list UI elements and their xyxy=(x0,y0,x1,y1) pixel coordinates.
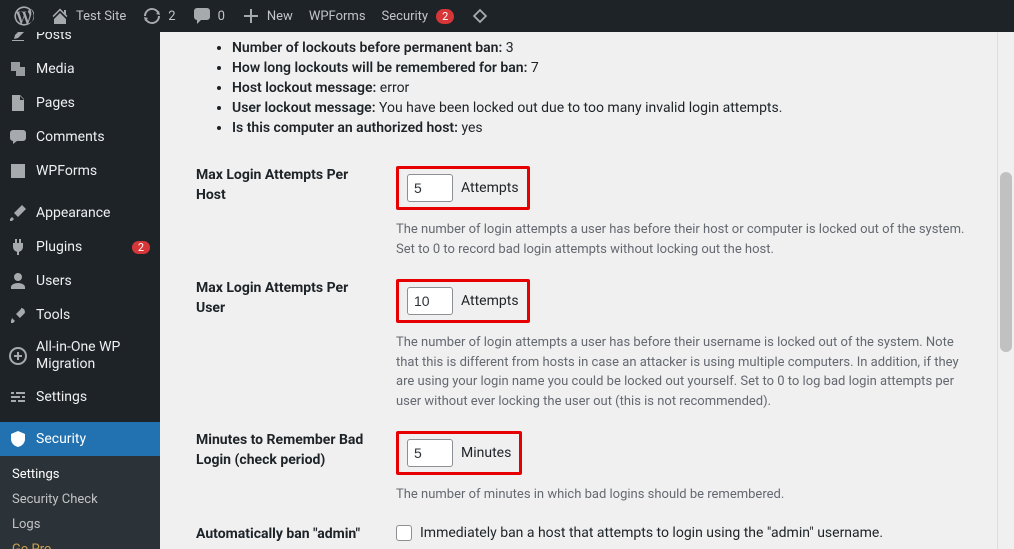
new-label: New xyxy=(267,9,293,24)
summary-item: User lockout message: You have been lock… xyxy=(232,98,994,118)
setting-auto-ban-admin: Automatically ban "admin" user Immediate… xyxy=(196,515,994,549)
minutes-remember-input[interactable] xyxy=(407,439,453,467)
sidebar-item-tools[interactable]: Tools xyxy=(0,298,160,332)
summary-item: Host lockout message: error xyxy=(232,78,994,98)
setting-label: Max Login Attempts Per Host xyxy=(196,166,396,205)
setting-description: The number of login attempts a user has … xyxy=(396,220,966,259)
comment-icon xyxy=(192,6,212,26)
sidebar-item-aio-migration[interactable]: All-in-One WP Migration xyxy=(0,332,160,380)
comments-icon xyxy=(8,127,28,147)
sidebar-item-media[interactable]: Media xyxy=(0,52,160,86)
setting-description: The number of login attempts a user has … xyxy=(396,333,966,411)
tools-icon xyxy=(8,305,28,325)
sidebar-item-label: Appearance xyxy=(36,205,150,222)
auto-ban-checkbox[interactable] xyxy=(396,525,412,541)
sidebar-item-label: Media xyxy=(36,61,150,78)
scrollbar-thumb[interactable] xyxy=(1000,172,1012,352)
pin-icon xyxy=(8,32,28,45)
submenu-settings[interactable]: Settings xyxy=(0,462,160,487)
comments-count: 0 xyxy=(218,9,225,24)
unit-label: Minutes xyxy=(461,445,511,461)
sidebar-item-label: Settings xyxy=(36,389,150,406)
sidebar-item-label: Comments xyxy=(36,129,150,146)
site-name-label: Test Site xyxy=(76,9,126,24)
content-area: Number of lockouts before permanent ban:… xyxy=(160,32,1014,549)
submenu-logs[interactable]: Logs xyxy=(0,512,160,537)
user-icon xyxy=(8,271,28,291)
setting-max-user: Max Login Attempts Per User Attempts The… xyxy=(196,269,994,421)
sidebar-item-plugins[interactable]: Plugins 2 xyxy=(0,230,160,264)
diamond-icon xyxy=(470,6,490,26)
sidebar-item-comments[interactable]: Comments xyxy=(0,120,160,154)
adminbar-security-badge: 2 xyxy=(436,9,454,24)
sidebar-item-label: Security xyxy=(36,431,150,448)
plugins-update-count: 2 xyxy=(132,241,150,254)
new-content-menu[interactable]: New xyxy=(233,0,301,32)
setting-max-host: Max Login Attempts Per Host Attempts The… xyxy=(196,156,994,269)
sidebar-item-label: Tools xyxy=(36,307,150,324)
updates-count: 2 xyxy=(168,9,175,24)
summary-item: Number of lockouts before permanent ban:… xyxy=(232,38,994,58)
update-icon xyxy=(142,6,162,26)
sidebar-item-pages[interactable]: Pages xyxy=(0,86,160,120)
plus-icon xyxy=(241,6,261,26)
setting-label: Minutes to Remember Bad Login (check per… xyxy=(196,431,396,470)
sidebar-item-label: All-in-One WP Migration xyxy=(36,339,150,373)
updates-menu[interactable]: 2 xyxy=(134,0,183,32)
max-host-input[interactable] xyxy=(407,174,453,202)
summary-item: How long lockouts will be remembered for… xyxy=(232,58,994,78)
security-submenu: Settings Security Check Logs Go Pro xyxy=(0,456,160,549)
comments-menu[interactable]: 0 xyxy=(184,0,233,32)
wordpress-icon xyxy=(14,6,34,26)
media-icon xyxy=(8,59,28,79)
admin-bar: Test Site 2 0 New WPForms Security 2 xyxy=(0,0,1014,32)
sidebar-item-posts[interactable]: Posts xyxy=(0,32,160,52)
wp-logo-menu[interactable] xyxy=(6,0,42,32)
vertical-scrollbar[interactable] xyxy=(997,32,1014,549)
setting-description: The number of minutes in which bad login… xyxy=(396,485,966,505)
admin-menu: Posts Media Pages Comments WPForms Appea… xyxy=(0,32,160,549)
submenu-go-pro[interactable]: Go Pro xyxy=(0,537,160,549)
sidebar-item-label: Pages xyxy=(36,95,150,112)
page-icon xyxy=(8,93,28,113)
summary-list: Number of lockouts before permanent ban:… xyxy=(196,38,994,138)
sidebar-item-wpforms[interactable]: WPForms xyxy=(0,154,160,188)
wpforms-icon xyxy=(8,161,28,181)
settings-sliders-icon xyxy=(8,387,28,407)
summary-item: Is this computer an authorized host: yes xyxy=(232,118,994,138)
max-user-input[interactable] xyxy=(407,287,453,315)
shield-icon xyxy=(8,429,28,449)
adminbar-security[interactable]: Security 2 xyxy=(374,0,463,32)
home-icon xyxy=(50,6,70,26)
sidebar-item-label: Plugins xyxy=(36,239,124,256)
adminbar-wpforms[interactable]: WPForms xyxy=(301,0,374,32)
highlight-box: Attempts xyxy=(396,279,530,323)
unit-label: Attempts xyxy=(461,293,519,309)
adminbar-diamond[interactable] xyxy=(462,0,498,32)
sidebar-item-label: Posts xyxy=(36,32,150,43)
sidebar-item-appearance[interactable]: Appearance xyxy=(0,196,160,230)
sidebar-item-label: Users xyxy=(36,273,150,290)
setting-label: Automatically ban "admin" user xyxy=(196,525,396,549)
sidebar-item-security[interactable]: Security xyxy=(0,422,160,456)
plugin-icon xyxy=(8,237,28,257)
auto-ban-checkbox-label: Immediately ban a host that attempts to … xyxy=(420,525,883,541)
adminbar-wpforms-label: WPForms xyxy=(309,9,366,24)
brush-icon xyxy=(8,203,28,223)
migration-icon xyxy=(8,346,28,366)
site-name-menu[interactable]: Test Site xyxy=(42,0,134,32)
sidebar-item-label: WPForms xyxy=(36,163,150,180)
adminbar-security-label: Security xyxy=(382,9,429,24)
setting-label: Max Login Attempts Per User xyxy=(196,279,396,318)
highlight-box: Minutes xyxy=(396,431,522,475)
submenu-security-check[interactable]: Security Check xyxy=(0,487,160,512)
highlight-box: Attempts xyxy=(396,166,530,210)
sidebar-item-users[interactable]: Users xyxy=(0,264,160,298)
unit-label: Attempts xyxy=(461,180,519,196)
setting-minutes-remember: Minutes to Remember Bad Login (check per… xyxy=(196,421,994,515)
sidebar-item-settings[interactable]: Settings xyxy=(0,380,160,414)
